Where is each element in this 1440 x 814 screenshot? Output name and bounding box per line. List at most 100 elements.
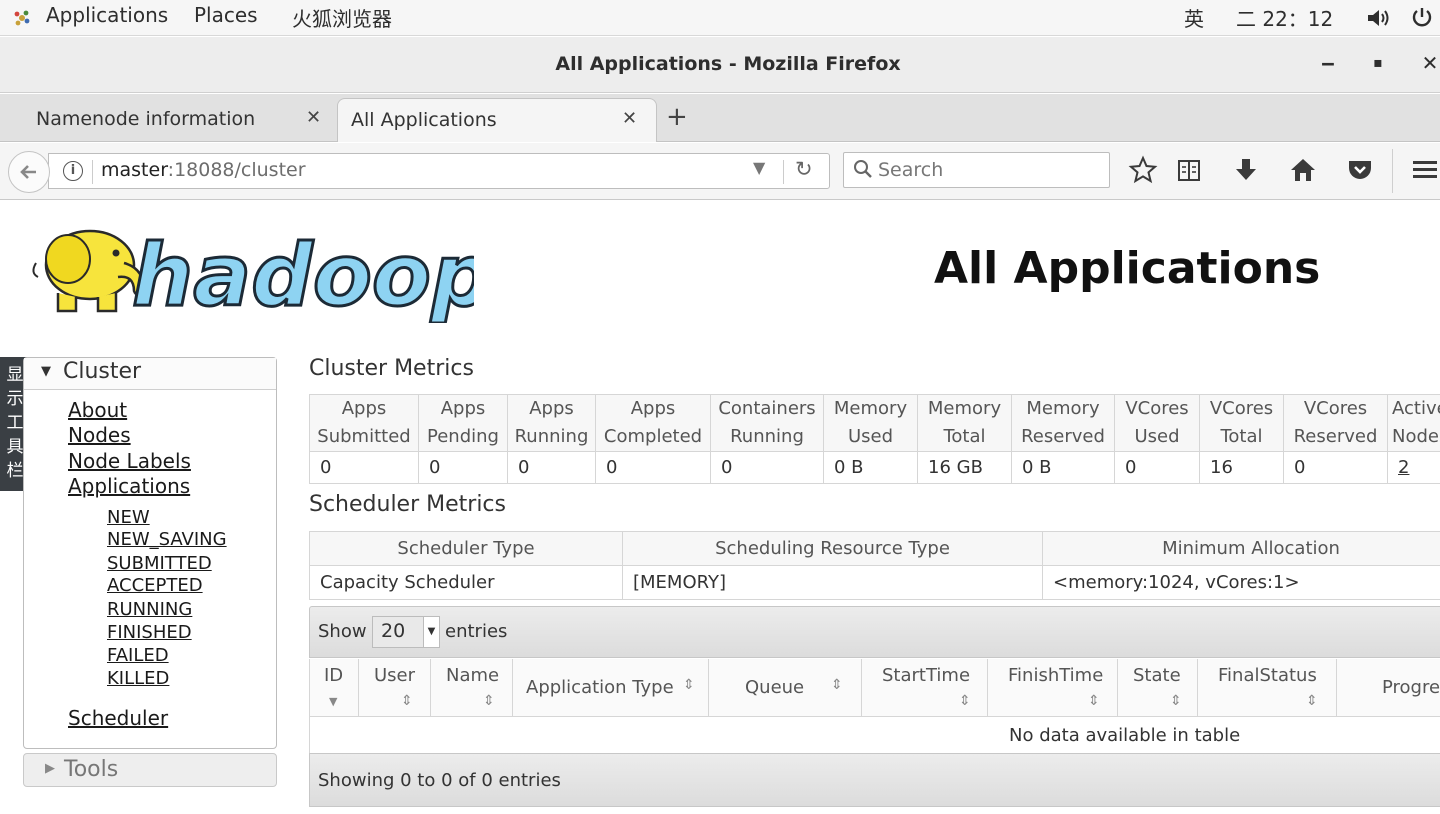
url-bar[interactable]: i master:18088/cluster ▼ ↻ [48, 153, 830, 189]
hadoop-logo: hadoop [32, 225, 474, 323]
app-state-link-submitted[interactable]: SUBMITTED [107, 553, 212, 574]
applications-menu-icon[interactable] [12, 8, 32, 28]
navigation-toolbar: i master:18088/cluster ▼ ↻ [0, 143, 1440, 200]
hamburger-menu-icon[interactable] [1410, 155, 1440, 185]
column-header-queue[interactable]: Queue ⇕ [709, 659, 862, 717]
cluster-panel-header[interactable]: ▼ Cluster [24, 358, 276, 390]
app-state-link-accepted[interactable]: ACCEPTED [107, 575, 203, 596]
url-text[interactable]: master:18088/cluster [101, 159, 306, 181]
scheduler-value: [MEMORY] [622, 565, 1043, 600]
table-length-bar: Show 20 ▼ entries [309, 606, 1440, 658]
entries-label: entries [445, 621, 508, 642]
sort-icon: ⇕ [959, 693, 971, 709]
pocket-icon[interactable] [1345, 155, 1375, 185]
column-header-finishtime[interactable]: FinishTime ⇕ [988, 659, 1118, 717]
search-box[interactable] [843, 152, 1110, 188]
app-state-link-finished[interactable]: FINISHED [107, 622, 192, 643]
nav-link-nodes[interactable]: Nodes [68, 423, 131, 447]
places-menu[interactable]: Places [194, 3, 258, 27]
column-header-state[interactable]: State ⇕ [1118, 659, 1198, 717]
scheduler-value: Capacity Scheduler [309, 565, 623, 600]
window-title-bar: All Applications - Mozilla Firefox ‒ ▪ ✕ [0, 37, 1440, 93]
column-header-progress[interactable]: Progress [1337, 659, 1440, 717]
search-input[interactable] [878, 157, 1098, 183]
scheduler-header: Scheduler Type [309, 531, 623, 566]
applications-menu[interactable]: Applications [46, 3, 168, 27]
sort-icon: ⇕ [483, 693, 495, 709]
scheduler-value-row: Capacity Scheduler [MEMORY] <memory:1024… [309, 565, 1440, 600]
app-state-link-failed[interactable]: FAILED [107, 645, 169, 666]
tools-panel-header[interactable]: ▶ Tools [23, 753, 277, 787]
firefox-app-menu[interactable]: 火狐浏览器 [292, 3, 392, 32]
column-header-application-type[interactable]: Application Type ⇕ [513, 659, 709, 717]
tab-all-applications[interactable]: All Applications ✕ [337, 98, 657, 142]
close-tab-icon[interactable]: ✕ [622, 108, 637, 129]
sort-icon: ⇕ [683, 677, 695, 693]
scheduler-metrics-title: Scheduler Metrics [309, 492, 506, 517]
close-tab-icon[interactable]: ✕ [306, 107, 321, 128]
metric-value: 16 [1199, 451, 1284, 484]
app-state-link-new[interactable]: NEW [107, 507, 150, 528]
sort-icon: ⇕ [401, 693, 413, 709]
input-method-indicator[interactable]: 英 [1184, 3, 1204, 32]
page-title: All Applications [934, 243, 1321, 294]
applications-table: Show 20 ▼ entries ID ▼ User ⇕ Name ⇕ App… [309, 606, 1440, 807]
url-separator [92, 160, 93, 184]
metric-header: Apps Submitted [309, 394, 419, 452]
metrics-value-row: 0 0 0 0 0 0 B 16 GB 0 B 0 16 0 2 [309, 451, 1440, 484]
url-path: :18088/cluster [167, 159, 306, 181]
active-nodes-link[interactable]: 2 [1387, 451, 1440, 484]
nav-link-node-labels[interactable]: Node Labels [68, 449, 191, 473]
metric-value: 0 [309, 451, 419, 484]
reload-icon[interactable]: ↻ [795, 157, 813, 181]
sort-icon: ⇕ [1306, 693, 1318, 709]
sort-desc-icon: ▼ [329, 695, 338, 708]
sort-icon: ⇕ [1170, 693, 1182, 709]
metric-value: 0 B [1011, 451, 1115, 484]
metric-value: 0 [595, 451, 711, 484]
metric-header: Memory Total [917, 394, 1012, 452]
nav-link-scheduler[interactable]: Scheduler [68, 706, 168, 730]
nav-link-applications[interactable]: Applications [68, 474, 190, 498]
sort-icon: ⇕ [831, 677, 843, 693]
nav-link-about[interactable]: About [68, 398, 127, 422]
volume-icon[interactable] [1366, 7, 1392, 29]
scheduler-value: <memory:1024, vCores:1> [1042, 565, 1440, 600]
reading-list-icon[interactable] [1174, 155, 1204, 185]
app-state-link-new-saving[interactable]: NEW_SAVING [107, 529, 227, 550]
app-state-link-killed[interactable]: KILLED [107, 668, 169, 689]
metric-header: Containers Running [710, 394, 824, 452]
tab-namenode-information[interactable]: Namenode information ✕ [0, 98, 336, 142]
toolbar-separator [1392, 149, 1393, 193]
back-button[interactable] [8, 151, 50, 193]
download-icon[interactable] [1231, 155, 1261, 185]
select-arrow-icon: ▼ [423, 617, 439, 647]
clock[interactable]: 二 22：12 [1236, 3, 1333, 32]
app-state-link-running[interactable]: RUNNING [107, 599, 192, 620]
sort-icon: ⇕ [1088, 693, 1100, 709]
metric-header: VCores Reserved [1283, 394, 1388, 452]
tab-strip: Namenode information ✕ All Applications … [0, 94, 1440, 142]
scheduler-header: Minimum Allocation [1042, 531, 1440, 566]
minimize-button[interactable]: ‒ [1314, 51, 1342, 79]
maximize-button[interactable]: ▪ [1364, 55, 1392, 83]
power-icon[interactable] [1411, 6, 1433, 28]
back-arrow-icon [20, 165, 36, 179]
column-header-name[interactable]: Name ⇕ [431, 659, 513, 717]
metrics-header-row: Apps Submitted Apps Pending Apps Running Ap… [309, 394, 1440, 452]
metric-header: Apps Pending [418, 394, 508, 452]
logo-wordmark: hadoop [132, 226, 474, 323]
bookmark-star-icon[interactable] [1128, 155, 1158, 185]
url-dropdown-icon[interactable]: ▼ [753, 158, 765, 177]
collapsed-triangle-icon: ▶ [45, 761, 55, 776]
close-window-button[interactable]: ✕ [1416, 51, 1440, 79]
site-info-icon[interactable]: i [63, 161, 83, 181]
column-header-finalstatus[interactable]: FinalStatus ⇕ [1198, 659, 1337, 717]
entries-per-page-select[interactable]: 20 ▼ [372, 616, 440, 648]
column-header-id[interactable]: ID ▼ [310, 659, 359, 717]
new-tab-button[interactable]: + [666, 102, 688, 132]
column-header-user[interactable]: User ⇕ [359, 659, 431, 717]
home-icon[interactable] [1288, 155, 1318, 185]
tools-panel-label: Tools [64, 757, 119, 782]
column-header-starttime[interactable]: StartTime ⇕ [862, 659, 988, 717]
